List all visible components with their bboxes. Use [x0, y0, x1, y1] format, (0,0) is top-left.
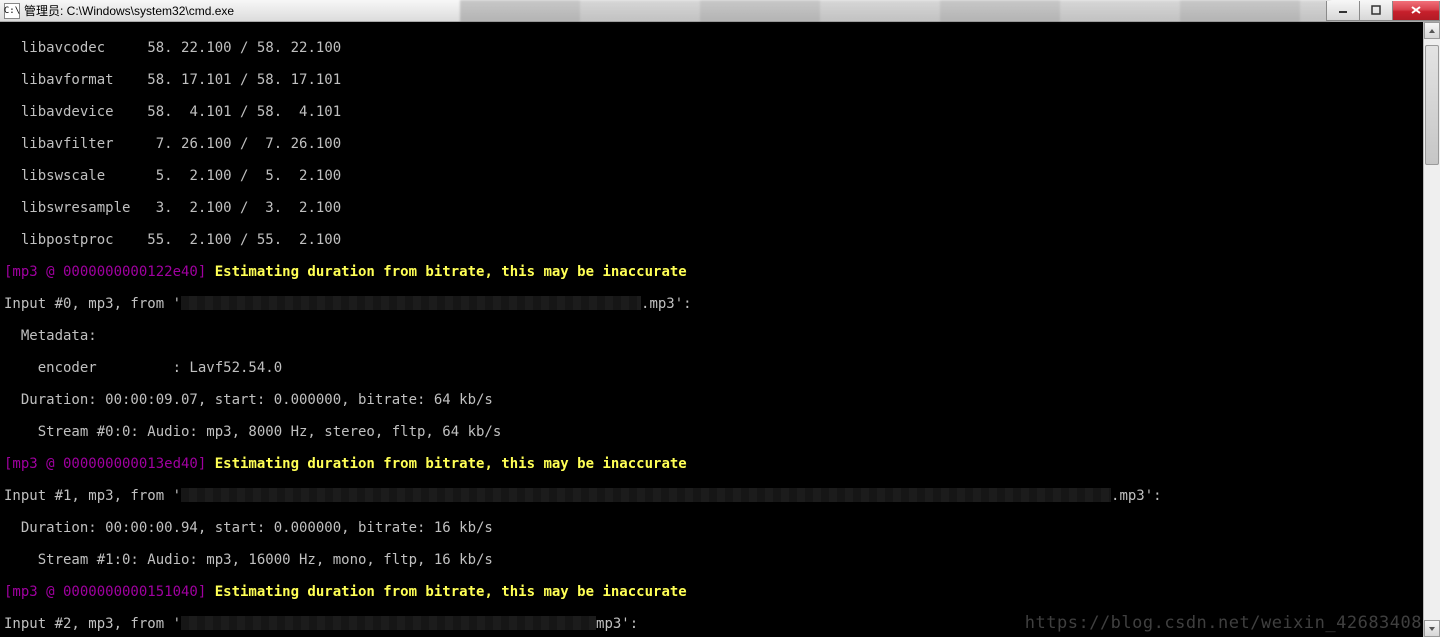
- input0-ext: .mp3':: [641, 296, 692, 312]
- redacted-path: [181, 616, 596, 630]
- terminal-area: libavcodec 58. 22.100 / 58. 22.100 libav…: [0, 22, 1440, 637]
- cmd-icon: C:\: [4, 3, 20, 19]
- lib-name: libavformat: [21, 72, 114, 88]
- lib-version: 58. 22.100 / 58. 22.100: [147, 40, 341, 56]
- close-icon: [1410, 5, 1422, 15]
- input0-meta: Metadata:: [4, 328, 1423, 344]
- lib-name: libavfilter: [21, 136, 114, 152]
- scroll-up-button[interactable]: [1424, 22, 1440, 39]
- input0-head: Input #0, mp3, from ': [4, 296, 181, 312]
- warn-msg: Estimating duration from bitrate, this m…: [215, 264, 687, 280]
- lib-version: 5. 2.100 / 5. 2.100: [147, 168, 341, 184]
- chevron-up-icon: [1428, 27, 1436, 35]
- lib-version: 55. 2.100 / 55. 2.100: [147, 232, 341, 248]
- window-title: 管理员: C:\Windows\system32\cmd.exe: [24, 2, 234, 19]
- titlebar[interactable]: C:\ 管理员: C:\Windows\system32\cmd.exe: [0, 0, 1440, 22]
- redacted-path: [181, 296, 641, 310]
- input1-ext: .mp3':: [1111, 488, 1162, 504]
- lib-name: libavcodec: [21, 40, 105, 56]
- minimize-icon: [1338, 5, 1348, 15]
- warn-prefix: [mp3 @ 000000000013ed40]: [4, 456, 215, 472]
- input1-duration: Duration: 00:00:00.94, start: 0.000000, …: [4, 520, 1423, 536]
- lib-version: 3. 2.100 / 3. 2.100: [147, 200, 341, 216]
- input2-head: Input #2, mp3, from ': [4, 616, 181, 632]
- background-windows: [460, 0, 1330, 22]
- close-button[interactable]: [1392, 1, 1440, 21]
- cmd-window: C:\ 管理员: C:\Windows\system32\cmd.exe lib…: [0, 0, 1440, 637]
- warn-prefix: [mp3 @ 0000000000122e40]: [4, 264, 215, 280]
- minimize-button[interactable]: [1326, 1, 1360, 21]
- redacted-path: [181, 488, 1111, 502]
- lib-name: libavdevice: [21, 104, 114, 120]
- window-controls: [1327, 1, 1440, 21]
- warn-prefix: [mp3 @ 0000000000151040]: [4, 584, 215, 600]
- lib-name: libswscale: [21, 168, 105, 184]
- input1-head: Input #1, mp3, from ': [4, 488, 181, 504]
- input2-ext: mp3':: [596, 616, 638, 632]
- warn-msg: Estimating duration from bitrate, this m…: [215, 584, 687, 600]
- lib-name: libpostproc: [21, 232, 114, 248]
- lib-version: 7. 26.100 / 7. 26.100: [147, 136, 341, 152]
- scroll-down-button[interactable]: [1424, 620, 1440, 637]
- lib-version: 58. 17.101 / 58. 17.101: [147, 72, 341, 88]
- terminal-output[interactable]: libavcodec 58. 22.100 / 58. 22.100 libav…: [0, 22, 1423, 637]
- input0-duration: Duration: 00:00:09.07, start: 0.000000, …: [4, 392, 1423, 408]
- vertical-scrollbar[interactable]: [1423, 22, 1440, 637]
- lib-version: 58. 4.101 / 58. 4.101: [147, 104, 341, 120]
- input1-stream: Stream #1:0: Audio: mp3, 16000 Hz, mono,…: [4, 552, 1423, 568]
- maximize-icon: [1371, 5, 1381, 15]
- input0-encoder: encoder : Lavf52.54.0: [4, 360, 1423, 376]
- chevron-down-icon: [1428, 625, 1436, 633]
- lib-name: libswresample: [21, 200, 131, 216]
- input0-stream: Stream #0:0: Audio: mp3, 8000 Hz, stereo…: [4, 424, 1423, 440]
- maximize-button[interactable]: [1359, 1, 1393, 21]
- warn-msg: Estimating duration from bitrate, this m…: [215, 456, 687, 472]
- scroll-thumb[interactable]: [1425, 45, 1439, 165]
- scroll-track[interactable]: [1424, 39, 1440, 620]
